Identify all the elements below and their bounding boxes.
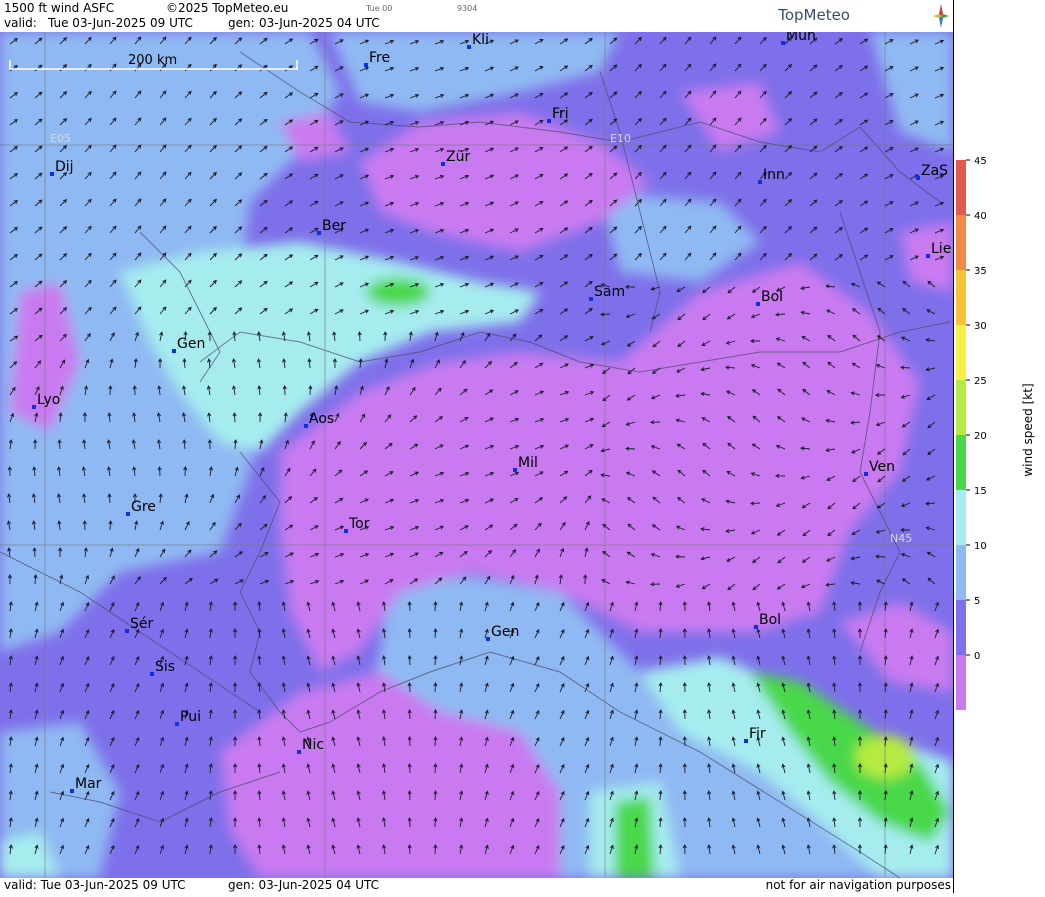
small-run-code: 9304: [457, 4, 478, 13]
valid-label: valid:: [4, 16, 37, 30]
colorbar-tick-label: 25: [974, 376, 987, 387]
svg-text:Fre: Fre: [369, 50, 390, 66]
city-zur[interactable]: Zür: [441, 149, 470, 166]
map-footer: valid: Tue 03-Jun-2025 09 UTC gen: 03-Ju…: [0, 878, 953, 893]
svg-text:Gen: Gen: [177, 336, 205, 352]
svg-text:Tor: Tor: [348, 516, 370, 532]
svg-text:Dij: Dij: [55, 159, 74, 175]
city-sam[interactable]: Sam: [589, 284, 625, 301]
colorbar-swatch: [956, 545, 966, 600]
svg-text:Bol: Bol: [761, 289, 783, 305]
svg-text:Mil: Mil: [518, 455, 538, 471]
city-inn[interactable]: Inn: [758, 167, 785, 184]
svg-text:Pui: Pui: [180, 709, 201, 725]
svg-text:Lyo: Lyo: [37, 392, 60, 408]
city-lyo[interactable]: Lyo: [32, 392, 60, 409]
colorbar-tick-label: 20: [974, 431, 987, 442]
colorbar-tick-label: 45: [974, 156, 987, 167]
svg-text:Sér: Sér: [130, 616, 154, 632]
footer-disclaimer: not for air navigation purposes: [765, 878, 951, 892]
gen-time: 03-Jun-2025 04 UTC: [259, 16, 380, 30]
city-bol-south[interactable]: Bol: [754, 612, 781, 629]
city-gen-west[interactable]: Gen: [172, 336, 205, 353]
city-ber[interactable]: Ber: [317, 218, 346, 235]
city-bol-north[interactable]: Bol: [756, 289, 783, 306]
legend-title: wind speed [kt]: [1021, 383, 1035, 476]
svg-text:Ven: Ven: [869, 459, 895, 475]
city-gre[interactable]: Gre: [126, 499, 156, 516]
svg-text:Bol: Bol: [759, 612, 781, 628]
svg-text:Sam: Sam: [594, 284, 625, 300]
svg-text:Zür: Zür: [446, 149, 470, 165]
grid-label-e05: E05: [50, 132, 71, 145]
svg-text:Lie: Lie: [931, 241, 951, 257]
svg-text:Sis: Sis: [155, 659, 175, 675]
city-ser[interactable]: Sér: [125, 616, 154, 633]
grid-label-e10: E10: [610, 132, 631, 145]
wind-map[interactable]: E05 E10 N45 200 km Kli Mün Fre Fri Dij Z…: [0, 32, 953, 878]
colorbar-tick-label: 15: [974, 486, 987, 497]
map-header: 1500 ft wind ASFC ©2025 TopMeteo.eu Tue …: [0, 0, 953, 32]
svg-text:Inn: Inn: [763, 167, 785, 183]
city-ven[interactable]: Ven: [864, 459, 895, 476]
small-run-label: Tue 00: [366, 4, 393, 13]
footer-gen: gen: 03-Jun-2025 04 UTC: [228, 878, 380, 892]
city-aos[interactable]: Aos: [304, 411, 334, 428]
colorbar-tick-label: 10: [974, 541, 987, 552]
colorbar-tick-label: 5: [974, 596, 980, 607]
colorbar-tick-label: 40: [974, 211, 987, 222]
colorbar-swatch: [956, 655, 966, 710]
city-mar[interactable]: Mar: [70, 776, 102, 793]
city-nic[interactable]: Nic: [297, 737, 324, 754]
color-legend: 45 40 35 30 25 20 15 10 5 0 wind speed [kt]: [953, 0, 1045, 893]
colorbar-swatch: [956, 380, 966, 435]
gen-label: gen:: [228, 16, 255, 30]
city-zas[interactable]: ZaS: [916, 163, 948, 180]
copyright: ©2025 TopMeteo.eu: [166, 1, 289, 15]
colorbar-swatch: [956, 160, 966, 215]
colorbar: 45 40 35 30 25 20 15 10 5 0 wind speed [kt]: [956, 156, 1035, 710]
svg-text:ZaS: ZaS: [921, 163, 948, 179]
brand-logo-text: TopMeteo: [778, 6, 850, 24]
colorbar-tick-label: 35: [974, 266, 987, 277]
wind-speed-field: E05 E10 N45 200 km Kli Mün Fre Fri Dij Z…: [0, 32, 953, 878]
colorbar-swatch: [956, 490, 966, 545]
colorbar-tick-label: 0: [974, 651, 980, 662]
svg-text:Nic: Nic: [302, 737, 324, 753]
svg-text:Fir: Fir: [749, 726, 766, 742]
valid-time: Tue 03-Jun-2025 09 UTC: [48, 16, 193, 30]
svg-text:Gre: Gre: [131, 499, 156, 515]
svg-text:Gen: Gen: [491, 624, 519, 640]
svg-text:Aos: Aos: [309, 411, 334, 427]
colorbar-swatch: [956, 600, 966, 655]
grid-label-n45: N45: [890, 532, 912, 545]
product-title: 1500 ft wind ASFC: [4, 1, 115, 15]
city-mun[interactable]: Mün: [781, 32, 816, 45]
colorbar-swatch: [956, 435, 966, 490]
colorbar-swatch: [956, 215, 966, 270]
svg-text:Fri: Fri: [552, 106, 569, 122]
brand-logo-icon: [933, 4, 949, 28]
svg-text:Kli: Kli: [472, 32, 489, 48]
scale-label: 200 km: [128, 53, 177, 68]
city-gen-south[interactable]: Gen: [486, 624, 519, 641]
colorbar-swatch: [956, 325, 966, 380]
colorbar-swatch: [956, 270, 966, 325]
colorbar-tick-label: 30: [974, 321, 987, 332]
svg-text:Mün: Mün: [786, 32, 816, 44]
svg-text:Mar: Mar: [75, 776, 102, 792]
svg-text:Ber: Ber: [322, 218, 346, 234]
footer-valid: valid: Tue 03-Jun-2025 09 UTC: [4, 878, 186, 892]
